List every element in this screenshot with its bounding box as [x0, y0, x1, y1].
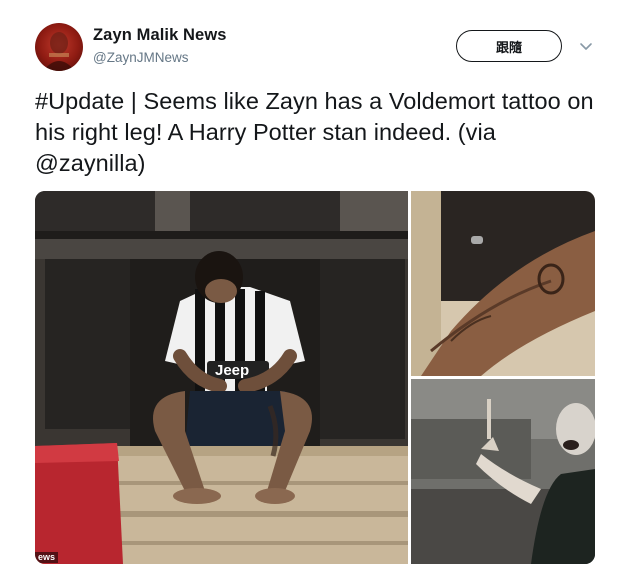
follow-button[interactable]: 跟隨: [456, 30, 562, 62]
shirt-text: Jeep: [215, 362, 249, 379]
user-handle[interactable]: @ZaynJMNews: [93, 50, 188, 65]
image-watermark: ews: [35, 552, 59, 563]
avatar[interactable]: [35, 23, 83, 71]
display-name[interactable]: Zayn Malik News: [93, 26, 227, 45]
media-photo-main[interactable]: Jeep ews: [35, 191, 408, 564]
media-grid: Jeep ews: [35, 191, 595, 564]
media-photo-tattoo[interactable]: [411, 191, 595, 376]
tweet-card: Zayn Malik News @ZaynJMNews 跟隨 #Update |…: [0, 0, 629, 579]
tweet-text: #Update | Seems like Zayn has a Voldemor…: [35, 88, 594, 176]
media-photo-scene[interactable]: [411, 379, 595, 564]
chevron-down-icon[interactable]: [578, 38, 594, 54]
